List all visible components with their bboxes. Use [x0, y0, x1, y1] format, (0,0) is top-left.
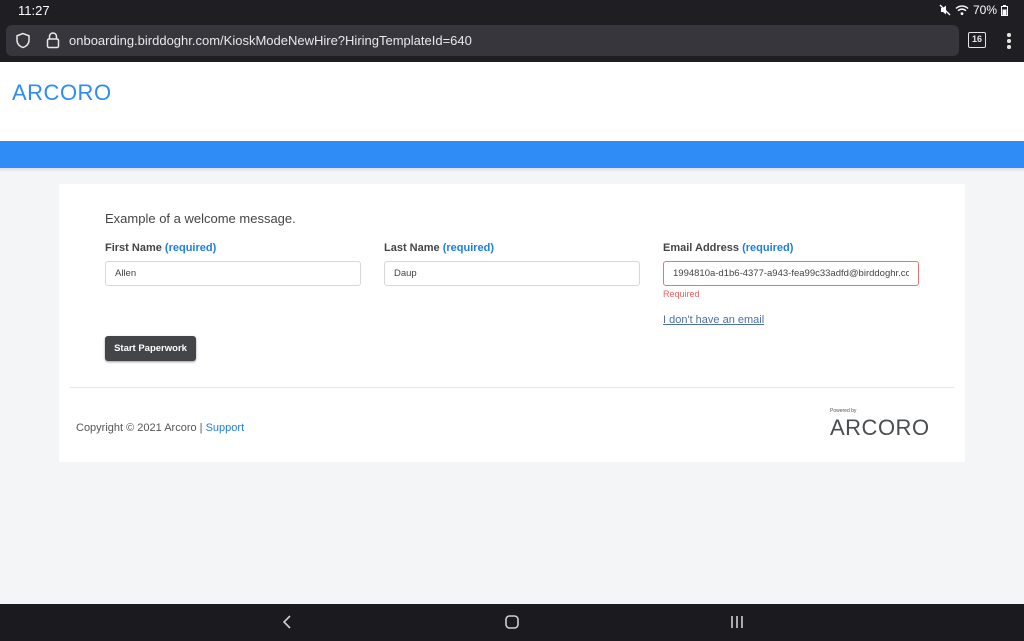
welcome-message: Example of a welcome message.: [105, 211, 296, 226]
mute-icon: [939, 4, 951, 16]
new-hire-form-card: Example of a welcome message. First Name…: [59, 184, 965, 462]
tab-count-button[interactable]: 16: [968, 32, 986, 48]
site-header: ARCORO: [0, 62, 1024, 141]
status-time: 11:27: [18, 3, 50, 18]
email-input[interactable]: [663, 261, 919, 286]
divider: [70, 387, 954, 388]
battery-text: 70%: [972, 3, 997, 17]
menu-icon[interactable]: [1003, 31, 1015, 51]
header-band: [0, 141, 1024, 168]
copyright: Copyright © 2021 Arcoro | Support: [76, 422, 245, 434]
lock-icon[interactable]: [46, 31, 60, 54]
home-icon[interactable]: [505, 614, 519, 635]
first-name-input[interactable]: [105, 261, 361, 286]
powered-by-text: Powered by: [830, 408, 857, 414]
navigation-bar: [0, 604, 1024, 641]
svg-text:ARCORO: ARCORO: [830, 416, 930, 438]
support-link[interactable]: Support: [206, 422, 245, 434]
last-name-input[interactable]: [384, 261, 640, 286]
address-bar[interactable]: onboarding.birddoghr.com/KioskModeNewHir…: [6, 25, 959, 56]
footer-arcoro-logo: ARCORO: [830, 415, 938, 443]
last-name-label: Last Name (required): [384, 242, 495, 254]
start-paperwork-button[interactable]: Start Paperwork: [105, 336, 196, 361]
email-error: Required: [663, 289, 700, 299]
back-icon[interactable]: [282, 614, 292, 635]
shield-icon[interactable]: [15, 32, 31, 54]
svg-text:ARCORO: ARCORO: [12, 80, 112, 104]
url-text[interactable]: onboarding.birddoghr.com/KioskModeNewHir…: [69, 33, 472, 48]
no-email-link[interactable]: I don't have an email: [663, 314, 764, 326]
recents-icon[interactable]: [730, 614, 744, 635]
status-bar: 11:27 70%: [0, 0, 1024, 22]
battery-icon: [1001, 4, 1008, 16]
browser-toolbar: onboarding.birddoghr.com/KioskModeNewHir…: [0, 22, 1024, 62]
arcoro-logo: ARCORO: [12, 80, 124, 109]
email-label: Email Address (required): [663, 242, 794, 254]
wifi-icon: [955, 4, 969, 16]
first-name-label: First Name (required): [105, 242, 217, 254]
